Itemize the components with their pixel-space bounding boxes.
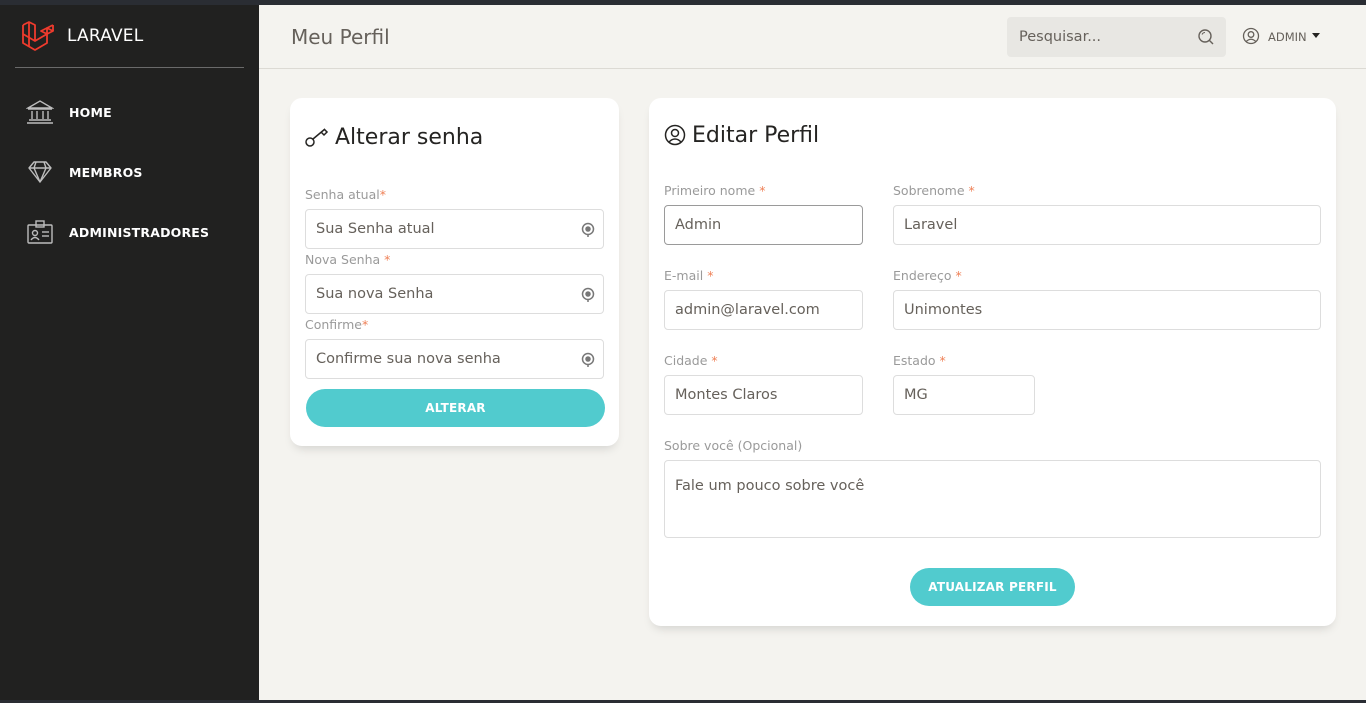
bank-icon — [26, 100, 54, 124]
first-name-input[interactable] — [664, 205, 863, 245]
search-box[interactable] — [1007, 17, 1226, 57]
about-label: Sobre você (Opcional) — [664, 438, 803, 453]
brand-name: LARAVEL — [67, 26, 144, 46]
id-badge-icon — [27, 220, 53, 244]
card-title: Alterar senha — [335, 125, 484, 150]
password-visibility-icon[interactable] — [580, 221, 596, 237]
user-name: ADMIN — [1268, 30, 1307, 44]
key-icon — [305, 128, 329, 147]
search-icon[interactable] — [1197, 28, 1215, 46]
sidebar-item-label: MEMBROS — [69, 165, 143, 180]
user-circle-icon — [664, 124, 686, 146]
search-input[interactable] — [1007, 17, 1192, 57]
state-label: Estado * — [893, 353, 946, 368]
sidebar: LARAVEL HOME MEMBROS ADMINISTRADORES — [0, 5, 259, 700]
diamond-icon — [28, 161, 52, 183]
city-input[interactable] — [664, 375, 863, 415]
page-title: Meu Perfil — [291, 25, 390, 49]
new-password-label: Nova Senha * — [305, 252, 391, 267]
last-name-label: Sobrenome * — [893, 183, 975, 198]
first-name-label: Primeiro nome * — [664, 183, 766, 198]
current-password-input[interactable] — [305, 209, 604, 249]
about-textarea[interactable] — [664, 460, 1321, 538]
update-profile-button[interactable]: ATUALIZAR PERFIL — [910, 568, 1075, 606]
confirm-password-input[interactable] — [305, 339, 604, 379]
edit-profile-card: Editar Perfil Primeiro nome * Sobrenome … — [649, 98, 1336, 626]
new-password-input[interactable] — [305, 274, 604, 314]
last-name-input[interactable] — [893, 205, 1321, 245]
state-input[interactable] — [893, 375, 1035, 415]
sidebar-item-label: HOME — [69, 105, 112, 120]
change-password-card: Alterar senha Senha atual* Nova Senha * … — [290, 98, 619, 446]
email-label: E-mail * — [664, 268, 714, 283]
email-input[interactable] — [664, 290, 863, 330]
address-input[interactable] — [893, 290, 1321, 330]
laravel-logo-icon — [22, 21, 54, 51]
current-password-label: Senha atual* — [305, 187, 386, 202]
sidebar-item-home[interactable]: HOME — [0, 92, 259, 132]
change-password-button[interactable]: ALTERAR — [306, 389, 605, 427]
sidebar-item-label: ADMINISTRADORES — [69, 225, 210, 240]
confirm-password-label: Confirme* — [305, 317, 369, 332]
sidebar-item-administradores[interactable]: ADMINISTRADORES — [0, 212, 259, 252]
card-title: Editar Perfil — [692, 123, 820, 148]
password-visibility-icon[interactable] — [580, 286, 596, 302]
city-label: Cidade * — [664, 353, 718, 368]
password-visibility-icon[interactable] — [580, 351, 596, 367]
user-circle-icon — [1242, 27, 1260, 45]
brand[interactable]: LARAVEL — [15, 5, 244, 68]
caret-down-icon — [1312, 33, 1320, 38]
sidebar-item-membros[interactable]: MEMBROS — [0, 152, 259, 192]
address-label: Endereço * — [893, 268, 962, 283]
top-navbar: Meu Perfil ADMIN — [259, 5, 1366, 69]
